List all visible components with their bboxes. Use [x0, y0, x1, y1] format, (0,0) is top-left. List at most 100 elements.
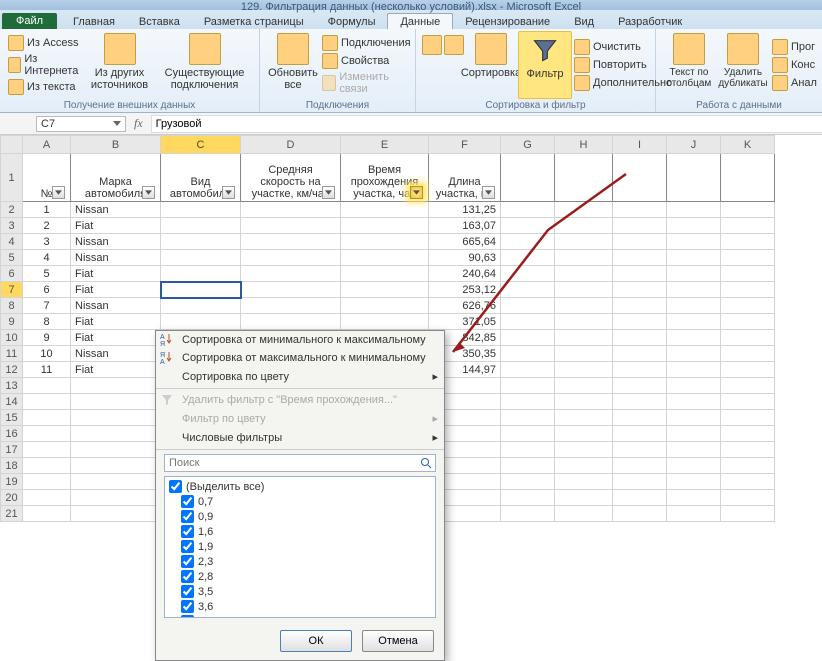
cell[interactable]: Nissan — [71, 346, 161, 362]
cell[interactable]: 7 — [23, 298, 71, 314]
cell[interactable] — [555, 330, 613, 346]
sort-asc-icon[interactable] — [422, 35, 442, 55]
col-header-D[interactable]: D — [241, 136, 341, 154]
cell[interactable] — [241, 218, 341, 234]
header-cell[interactable]: Время прохождения участка, час — [341, 154, 429, 202]
row-header[interactable]: 14 — [1, 394, 23, 410]
cell[interactable] — [667, 490, 721, 506]
cell[interactable]: Fiat — [71, 282, 161, 298]
cell[interactable] — [241, 282, 341, 298]
row-header[interactable]: 16 — [1, 426, 23, 442]
cell[interactable] — [341, 314, 429, 330]
cell[interactable] — [555, 314, 613, 330]
row-header[interactable]: 21 — [1, 506, 23, 522]
row-header[interactable]: 6 — [1, 266, 23, 282]
cell[interactable] — [501, 410, 555, 426]
cell[interactable] — [721, 378, 775, 394]
filter-checkbox[interactable] — [181, 555, 194, 568]
cell[interactable] — [23, 442, 71, 458]
header-cell[interactable]: Средняя скорость на участке, км/час — [241, 154, 341, 202]
row-header[interactable]: 13 — [1, 378, 23, 394]
cell[interactable]: 163,07 — [429, 218, 501, 234]
cell[interactable] — [555, 346, 613, 362]
col-header-J[interactable]: J — [667, 136, 721, 154]
filter-dropdown-btn[interactable] — [222, 186, 235, 199]
cell[interactable] — [721, 346, 775, 362]
sheet[interactable]: ABCDEFGHIJK1№Марка автомобиляВид автомоб… — [0, 135, 822, 522]
sort-by-color[interactable]: Сортировка по цвету▸ — [156, 367, 444, 386]
filter-dropdown-btn[interactable] — [482, 186, 495, 199]
cell[interactable]: 10 — [23, 346, 71, 362]
select-all[interactable]: (Выделить все) — [167, 479, 433, 494]
row-header[interactable]: 8 — [1, 298, 23, 314]
cell[interactable] — [341, 282, 429, 298]
tab-Разметка страницы[interactable]: Разметка страницы — [192, 14, 316, 29]
cell[interactable] — [241, 266, 341, 282]
filter-values-list[interactable]: (Выделить все) 0,70,91,61,92,32,83,53,64… — [164, 476, 436, 618]
cell[interactable] — [501, 266, 555, 282]
cell[interactable] — [161, 298, 241, 314]
cell[interactable] — [501, 426, 555, 442]
cell[interactable] — [613, 218, 667, 234]
filter-value[interactable]: 4,1 — [167, 614, 433, 618]
row-header[interactable]: 10 — [1, 330, 23, 346]
cell[interactable] — [241, 234, 341, 250]
cell[interactable]: 9 — [23, 330, 71, 346]
header-cell[interactable]: № — [23, 154, 71, 202]
from-other[interactable]: Из других источников — [83, 31, 156, 99]
cell[interactable] — [71, 474, 161, 490]
cell[interactable] — [721, 426, 775, 442]
cell[interactable] — [23, 506, 71, 522]
cell[interactable] — [71, 410, 161, 426]
cell[interactable] — [161, 218, 241, 234]
cell[interactable] — [721, 298, 775, 314]
cell[interactable]: 371,05 — [429, 314, 501, 330]
row-header[interactable]: 20 — [1, 490, 23, 506]
cell[interactable] — [23, 426, 71, 442]
filter-value[interactable]: 1,6 — [167, 524, 433, 539]
col-header-G[interactable]: G — [501, 136, 555, 154]
from-text[interactable]: Из текста — [6, 78, 83, 96]
cell[interactable] — [555, 250, 613, 266]
cell[interactable]: 8 — [23, 314, 71, 330]
cell[interactable]: Fiat — [71, 266, 161, 282]
cell[interactable]: 4 — [23, 250, 71, 266]
cell[interactable]: 240,64 — [429, 266, 501, 282]
cell[interactable] — [341, 250, 429, 266]
cell[interactable] — [613, 394, 667, 410]
cell[interactable] — [667, 202, 721, 218]
cell[interactable]: 253,12 — [429, 282, 501, 298]
cell[interactable] — [555, 458, 613, 474]
cell[interactable] — [613, 362, 667, 378]
fx-icon[interactable]: fx — [134, 116, 143, 131]
header-cell[interactable] — [667, 154, 721, 202]
cell[interactable]: 1 — [23, 202, 71, 218]
cell[interactable] — [23, 474, 71, 490]
cell[interactable] — [161, 234, 241, 250]
whatif[interactable]: Анал — [770, 74, 819, 92]
cell[interactable] — [613, 202, 667, 218]
cell[interactable] — [23, 410, 71, 426]
cell[interactable] — [161, 314, 241, 330]
filter-value[interactable]: 0,7 — [167, 494, 433, 509]
from-access[interactable]: Из Access — [6, 34, 83, 52]
cell[interactable] — [721, 314, 775, 330]
cell[interactable] — [241, 298, 341, 314]
cell[interactable]: Nissan — [71, 298, 161, 314]
cell[interactable] — [161, 282, 241, 298]
cell[interactable]: Fiat — [71, 314, 161, 330]
connections[interactable]: Подключения — [320, 34, 413, 52]
col-header-B[interactable]: B — [71, 136, 161, 154]
cancel-button[interactable]: Отмена — [362, 630, 434, 652]
cell[interactable]: Fiat — [71, 218, 161, 234]
cell[interactable] — [721, 442, 775, 458]
cell[interactable] — [341, 218, 429, 234]
cell[interactable] — [501, 458, 555, 474]
filter-dropdown-btn[interactable] — [322, 186, 335, 199]
cell[interactable] — [71, 458, 161, 474]
cell[interactable] — [721, 490, 775, 506]
filter-search[interactable] — [164, 454, 436, 472]
filter-checkbox[interactable] — [181, 495, 194, 508]
cell[interactable]: Nissan — [71, 234, 161, 250]
cell[interactable] — [667, 442, 721, 458]
